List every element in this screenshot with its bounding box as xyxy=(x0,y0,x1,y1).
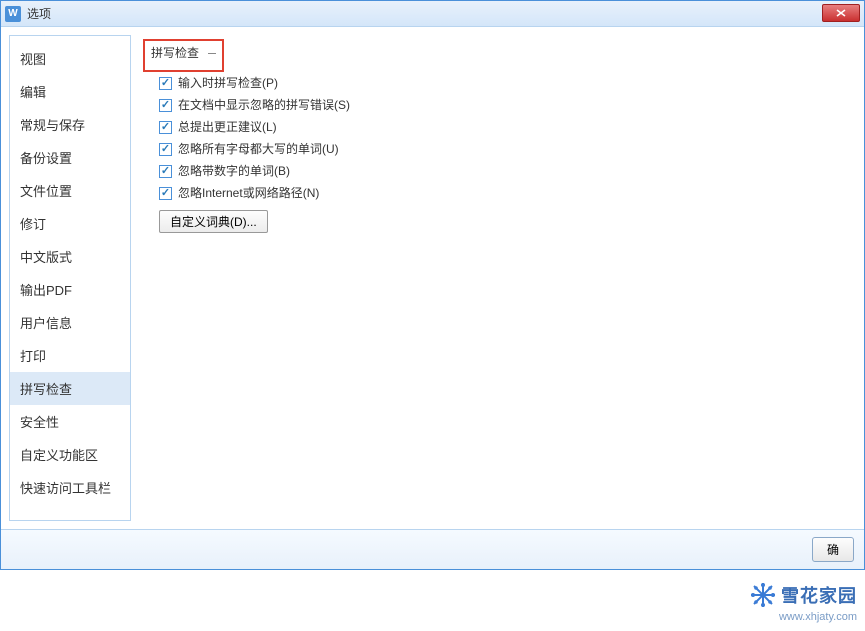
check-label: 忽略Internet或网络路径(N) xyxy=(178,184,319,202)
checkbox-ignore-internet[interactable] xyxy=(159,187,172,200)
check-label: 在文档中显示忽略的拼写错误(S) xyxy=(178,96,350,114)
sidebar-item-quick-access[interactable]: 快速访问工具栏 xyxy=(10,471,130,504)
check-row-typing: 输入时拼写检查(P) xyxy=(143,72,844,94)
sidebar-item-spellcheck[interactable]: 拼写检查 xyxy=(10,372,130,405)
checkbox-ignore-uppercase[interactable] xyxy=(159,143,172,156)
check-row-suggest: 总提出更正建议(L) xyxy=(143,116,844,138)
watermark-text: 雪花家园 xyxy=(781,582,857,608)
options-dialog: W 选项 视图 编辑 常规与保存 备份设置 文件位置 修订 中文版式 输出PDF… xyxy=(0,0,865,570)
titlebar: W 选项 xyxy=(1,1,864,27)
highlight-annotation: 拼写检查 xyxy=(143,39,224,72)
watermark-url: www.xhjaty.com xyxy=(749,611,857,623)
check-label: 忽略所有字母都大写的单词(U) xyxy=(178,140,339,158)
close-icon xyxy=(836,9,846,17)
close-button[interactable] xyxy=(822,4,860,22)
sidebar-item-output-pdf[interactable]: 输出PDF xyxy=(10,273,130,306)
watermark-main: 雪花家园 xyxy=(749,581,857,609)
check-row-ignore-numbers: 忽略带数字的单词(B) xyxy=(143,160,844,182)
check-row-ignore-internet: 忽略Internet或网络路径(N) xyxy=(143,182,844,204)
sidebar-item-customize-ribbon[interactable]: 自定义功能区 xyxy=(10,438,130,471)
section-title: 拼写检查 xyxy=(147,42,203,63)
window-title: 选项 xyxy=(27,5,51,22)
sidebar-item-revision[interactable]: 修订 xyxy=(10,207,130,240)
check-label: 输入时拼写检查(P) xyxy=(178,74,278,92)
sidebar-item-security[interactable]: 安全性 xyxy=(10,405,130,438)
check-row-ignore-uppercase: 忽略所有字母都大写的单词(U) xyxy=(143,138,844,160)
snowflake-icon xyxy=(749,581,777,609)
sidebar-item-view[interactable]: 视图 xyxy=(10,42,130,75)
sidebar-item-file-location[interactable]: 文件位置 xyxy=(10,174,130,207)
sidebar-item-edit[interactable]: 编辑 xyxy=(10,75,130,108)
sidebar: 视图 编辑 常规与保存 备份设置 文件位置 修订 中文版式 输出PDF 用户信息… xyxy=(9,35,131,521)
check-label: 忽略带数字的单词(B) xyxy=(178,162,290,180)
checkbox-suggest[interactable] xyxy=(159,121,172,134)
section-header-wrap: 拼写检查 xyxy=(143,39,844,72)
app-icon: W xyxy=(5,6,21,22)
dialog-footer: 确 xyxy=(1,529,864,569)
content-panel: 拼写检查 输入时拼写检查(P) 在文档中显示忽略的拼写错误(S) 总提出更正建议… xyxy=(131,35,856,521)
checkbox-typing[interactable] xyxy=(159,77,172,90)
ok-button[interactable]: 确 xyxy=(812,537,854,562)
section-rule-line xyxy=(208,53,216,54)
sidebar-item-backup[interactable]: 备份设置 xyxy=(10,141,130,174)
watermark: 雪花家园 www.xhjaty.com xyxy=(749,581,857,623)
dialog-body: 视图 编辑 常规与保存 备份设置 文件位置 修订 中文版式 输出PDF 用户信息… xyxy=(1,27,864,529)
checkbox-ignore-numbers[interactable] xyxy=(159,165,172,178)
check-row-show-ignored: 在文档中显示忽略的拼写错误(S) xyxy=(143,94,844,116)
check-label: 总提出更正建议(L) xyxy=(178,118,277,136)
sidebar-item-user-info[interactable]: 用户信息 xyxy=(10,306,130,339)
sidebar-item-print[interactable]: 打印 xyxy=(10,339,130,372)
custom-dictionary-button[interactable]: 自定义词典(D)... xyxy=(159,210,268,233)
checkbox-show-ignored[interactable] xyxy=(159,99,172,112)
sidebar-item-general-save[interactable]: 常规与保存 xyxy=(10,108,130,141)
sidebar-item-chinese-layout[interactable]: 中文版式 xyxy=(10,240,130,273)
